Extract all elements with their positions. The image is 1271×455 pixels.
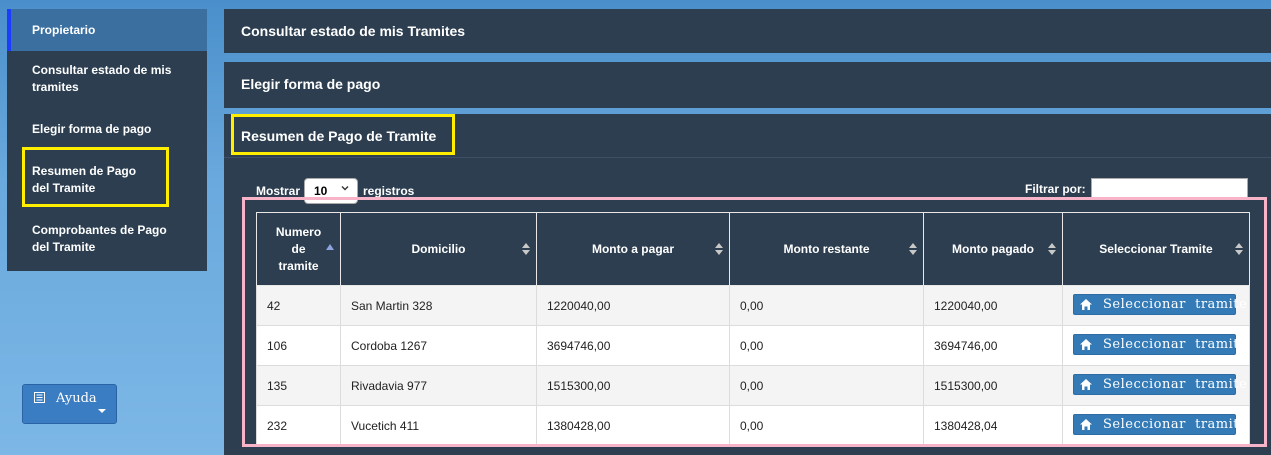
- cell-monto-restante: 0,00: [729, 325, 924, 366]
- page-size-value: 10: [314, 184, 328, 198]
- select-tramite-button[interactable]: Seleccionar tramite: [1073, 413, 1247, 435]
- cell-monto-pagado: 1220040,00: [923, 285, 1063, 326]
- column-header-label: Monto pagado: [952, 241, 1034, 256]
- select-tramite-label: Seleccionar tramite: [1103, 376, 1248, 392]
- cell-numero: 106: [256, 325, 341, 366]
- sidebar-item-resumen-pago[interactable]: Resumen de Pago del Tramite: [7, 163, 179, 197]
- cell-numero: 42: [256, 285, 341, 326]
- help-button[interactable]: Ayuda: [22, 384, 117, 424]
- resumen-pago-content: Mostrar 10 registros Filtrar por: Numero…: [224, 158, 1271, 455]
- sort-icon: [715, 243, 723, 255]
- select-tramite-button[interactable]: Seleccionar tramite: [1073, 333, 1247, 355]
- table-header-row: Numero de tramite Domicilio Monto a paga…: [256, 212, 1250, 286]
- sidebar-item-propietario[interactable]: Propietario: [7, 9, 207, 51]
- table-row: 106 Cordoba 1267 3694746,00 0,00 3694746…: [256, 325, 1250, 366]
- sort-icon: [1048, 243, 1056, 255]
- sidebar-item-label: Comprobantes de Pago del Tramite: [32, 223, 167, 254]
- home-icon: [1080, 298, 1092, 310]
- records-label: registros: [363, 184, 415, 198]
- column-header-seleccionar[interactable]: Seleccionar Tramite: [1062, 212, 1250, 286]
- cell-monto-pagado: 1380428,04: [923, 405, 1063, 446]
- cell-seleccionar: Seleccionar tramite: [1062, 285, 1250, 326]
- page-size-select[interactable]: 10: [304, 178, 358, 204]
- column-header-label: Monto restante: [783, 241, 870, 256]
- sidebar-item-label: Resumen de Pago del Tramite: [32, 164, 137, 195]
- panel-elegir-forma-pago[interactable]: Elegir forma de pago: [224, 62, 1271, 108]
- home-icon: [1080, 418, 1092, 430]
- select-tramite-label: Seleccionar tramite: [1103, 416, 1248, 432]
- cell-domicilio: San Martin 328: [340, 285, 537, 326]
- cell-monto-a-pagar: 1515300,00: [536, 365, 730, 406]
- select-tramite-label: Seleccionar tramite: [1103, 336, 1248, 352]
- column-header-monto-restante[interactable]: Monto restante: [729, 212, 924, 286]
- cell-monto-a-pagar: 1380428,00: [536, 405, 730, 446]
- column-header-label: Numero de tramite: [275, 224, 322, 273]
- help-button-label: Ayuda: [56, 391, 97, 406]
- column-header-domicilio[interactable]: Domicilio: [340, 212, 537, 286]
- sidebar-item-label: Propietario: [32, 22, 96, 37]
- sidebar-item-comprobantes-pago[interactable]: Comprobantes de Pago del Tramite: [7, 222, 207, 256]
- sidebar: Propietario Consultar estado de mis tram…: [7, 9, 207, 271]
- tramites-table: Numero de tramite Domicilio Monto a paga…: [256, 212, 1250, 446]
- cell-monto-a-pagar: 3694746,00: [536, 325, 730, 366]
- cell-monto-restante: 0,00: [729, 405, 924, 446]
- cell-domicilio: Rivadavia 977: [340, 365, 537, 406]
- cell-monto-restante: 0,00: [729, 285, 924, 326]
- panel-title: Resumen de Pago de Tramite: [241, 128, 437, 144]
- column-header-monto-a-pagar[interactable]: Monto a pagar: [536, 212, 730, 286]
- select-tramite-button[interactable]: Seleccionar tramite: [1073, 293, 1247, 315]
- table-row: 232 Vucetich 411 1380428,00 0,00 1380428…: [256, 405, 1250, 446]
- column-header-monto-pagado[interactable]: Monto pagado: [923, 212, 1063, 286]
- panel-consultar-estado[interactable]: Consultar estado de mis Tramites: [224, 9, 1271, 53]
- select-tramite-button[interactable]: Seleccionar tramite: [1073, 373, 1247, 395]
- show-label: Mostrar: [256, 184, 301, 198]
- panel-resumen-pago[interactable]: Resumen de Pago de Tramite: [224, 114, 1271, 158]
- panel-title: Consultar estado de mis Tramites: [241, 23, 466, 39]
- sidebar-item-label: Consultar estado de mis tramites: [32, 63, 172, 94]
- column-header-label: Domicilio: [411, 241, 466, 256]
- filter-label: Filtrar por:: [1025, 182, 1086, 196]
- home-icon: [1080, 338, 1092, 350]
- cell-numero: 232: [256, 405, 341, 446]
- filter-input[interactable]: [1091, 178, 1248, 200]
- table-row: 135 Rivadavia 977 1515300,00 0,00 151530…: [256, 365, 1250, 406]
- sort-ascending-icon: [326, 244, 334, 250]
- column-header-label: Seleccionar Tramite: [1099, 241, 1213, 256]
- cell-domicilio: Vucetich 411: [340, 405, 537, 446]
- chevron-down-icon: [341, 186, 349, 191]
- table-row: 42 San Martin 328 1220040,00 0,00 122004…: [256, 285, 1250, 326]
- cell-monto-restante: 0,00: [729, 365, 924, 406]
- home-icon: [1080, 378, 1092, 390]
- sidebar-item-label: Elegir forma de pago: [32, 122, 152, 136]
- cell-seleccionar: Seleccionar tramite: [1062, 325, 1250, 366]
- column-header-label: Monto a pagar: [591, 241, 674, 256]
- sort-icon: [909, 243, 917, 255]
- sort-icon: [522, 243, 530, 255]
- cell-seleccionar: Seleccionar tramite: [1062, 405, 1250, 446]
- cell-monto-pagado: 1515300,00: [923, 365, 1063, 406]
- panel-title: Elegir forma de pago: [241, 76, 381, 92]
- cell-monto-a-pagar: 1220040,00: [536, 285, 730, 326]
- sidebar-item-elegir-forma-pago[interactable]: Elegir forma de pago: [7, 121, 207, 138]
- cell-seleccionar: Seleccionar tramite: [1062, 365, 1250, 406]
- cell-monto-pagado: 3694746,00: [923, 325, 1063, 366]
- sidebar-item-consultar-estado[interactable]: Consultar estado de mis tramites: [7, 62, 207, 96]
- cell-numero: 135: [256, 365, 341, 406]
- cell-domicilio: Cordoba 1267: [340, 325, 537, 366]
- book-icon: [34, 392, 45, 403]
- column-header-numero[interactable]: Numero de tramite: [256, 212, 341, 286]
- caret-down-icon: [98, 409, 106, 413]
- select-tramite-label: Seleccionar tramite: [1103, 296, 1248, 312]
- sort-icon: [1235, 243, 1243, 255]
